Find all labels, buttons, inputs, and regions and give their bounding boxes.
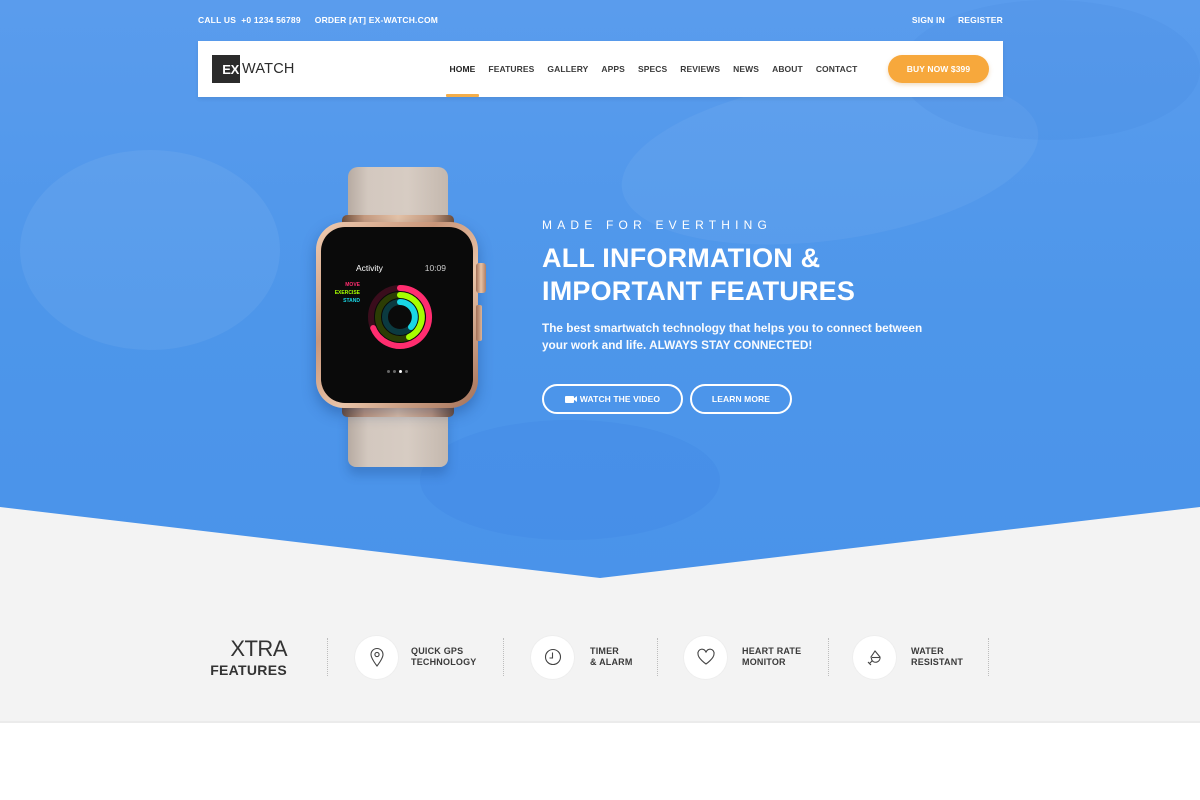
watch-product-image: Activity 10:09 MOVE EXERCISE STAND	[300, 165, 500, 475]
feature-divider	[327, 638, 328, 676]
ring-label-move: MOVE	[345, 282, 360, 288]
clock-icon	[544, 648, 561, 666]
phone-info[interactable]: CALL US +0 1234 56789	[198, 15, 301, 25]
stand-ring	[397, 299, 418, 330]
learn-more-button[interactable]: LEARN MORE	[690, 384, 792, 414]
feature-divider	[503, 638, 504, 676]
logo-text: WATCH	[242, 61, 295, 77]
order-email-link[interactable]: ORDER [AT] EX-WATCH.COM	[315, 15, 438, 25]
nav-item-about[interactable]: ABOUT	[772, 41, 803, 97]
feature-heart-rate[interactable]: HEART RATE MONITOR	[684, 635, 801, 679]
hero-bg-shape	[20, 150, 280, 350]
feature-timer[interactable]: TIMER & ALARM	[531, 635, 633, 679]
sign-in-link[interactable]: SIGN IN	[912, 15, 945, 25]
video-camera-icon	[564, 395, 577, 403]
feature-water-resistant[interactable]: WATER RESISTANT	[853, 635, 963, 679]
activity-rings	[368, 285, 433, 349]
feature-divider	[988, 638, 989, 676]
heart-icon	[696, 648, 715, 665]
page-dot	[387, 370, 390, 373]
feature-divider	[657, 638, 658, 676]
feature-label: WATER RESISTANT	[911, 646, 963, 669]
watch-screen: Activity 10:09 MOVE EXERCISE STAND	[334, 243, 460, 389]
nav-item-home[interactable]: HOME	[445, 41, 480, 97]
contact-info: CALL US +0 1234 56789 ORDER [AT] EX-WATC…	[198, 15, 438, 25]
hero-subtitle-line2: your work and life. ALWAYS STAY CONNECTE…	[542, 338, 813, 352]
feature-divider	[828, 638, 829, 676]
buy-now-button[interactable]: BUY NOW $399	[888, 55, 989, 83]
nav-item-reviews[interactable]: REVIEWS	[680, 41, 720, 97]
watch-video-label: WATCH THE VIDEO	[579, 394, 661, 404]
page-dot	[393, 370, 396, 373]
primary-nav: HOME FEATURES GALLERY APPS SPECS REVIEWS…	[443, 41, 864, 97]
watch-video-button[interactable]: WATCH THE VIDEO	[542, 384, 683, 414]
logo-mark: EX	[212, 55, 240, 83]
top-bar: CALL US +0 1234 56789 ORDER [AT] EX-WATC…	[198, 15, 1003, 27]
feature-label: TIMER & ALARM	[590, 646, 633, 669]
page-dot	[405, 370, 408, 373]
page: CALL US +0 1234 56789 ORDER [AT] EX-WATC…	[0, 0, 1200, 800]
hero-copy: MADE FOR EVERTHING ALL INFORMATION & IMP…	[542, 218, 962, 354]
nav-item-specs[interactable]: SPECS	[638, 41, 667, 97]
nav-item-news[interactable]: NEWS	[733, 41, 759, 97]
nav-item-gallery[interactable]: GALLERY	[547, 41, 588, 97]
water-drop-icon	[867, 650, 881, 666]
feature-label: QUICK GPS TECHNOLOGY	[411, 646, 477, 669]
features-heading-light: XTRA	[230, 636, 287, 661]
hero-subtitle-line1: The best smartwatch technology that help…	[542, 321, 923, 335]
watch-side-button	[476, 305, 482, 341]
page-dot-active	[399, 370, 402, 373]
feature-label-line2: TECHNOLOGY	[411, 657, 477, 667]
ring-label-stand: STAND	[343, 298, 360, 304]
account-links: SIGN IN REGISTER	[912, 15, 1003, 25]
watch-time: 10:09	[424, 263, 446, 273]
hero-headline-line2: IMPORTANT FEATURES	[542, 276, 856, 306]
nav-item-contact[interactable]: CONTACT	[816, 41, 858, 97]
feature-label-line1: QUICK GPS	[411, 645, 464, 656]
feature-icon-circle	[355, 635, 398, 679]
hero-eyebrow: MADE FOR EVERTHING	[542, 218, 773, 232]
nav-item-features[interactable]: FEATURES	[488, 41, 534, 97]
phone-label: CALL US	[198, 15, 237, 25]
feature-gps[interactable]: QUICK GPS TECHNOLOGY	[355, 635, 477, 679]
nav-item-apps[interactable]: APPS	[601, 41, 625, 97]
logo[interactable]: EX WATCH	[212, 55, 295, 83]
feature-label-line1: HEART RATE	[742, 645, 802, 656]
register-link[interactable]: REGISTER	[958, 15, 1003, 25]
watch-page-dots	[387, 370, 408, 373]
feature-label-line1: TIMER	[590, 645, 619, 656]
features-heading-bold: FEATURES	[210, 662, 287, 678]
ring-label-exercise: EXERCISE	[334, 290, 360, 296]
watch-crown	[476, 263, 486, 293]
feature-icon-circle	[684, 635, 727, 679]
feature-label-line2: RESISTANT	[911, 657, 964, 667]
watch-app-title: Activity	[356, 263, 383, 273]
hero-section: CALL US +0 1234 56789 ORDER [AT] EX-WATC…	[0, 0, 1200, 578]
main-navbar: EX WATCH HOME FEATURES GALLERY APPS SPEC…	[198, 41, 1003, 97]
feature-label: HEART RATE MONITOR	[742, 646, 801, 669]
feature-icon-circle	[531, 635, 574, 679]
watch-strap-bottom	[348, 410, 448, 467]
phone-number: +0 1234 56789	[241, 15, 301, 25]
feature-label-line2: MONITOR	[742, 657, 786, 667]
feature-label-line2: & ALARM	[590, 657, 633, 667]
hero-subtitle: The best smartwatch technology that help…	[542, 320, 962, 354]
feature-icon-circle	[853, 635, 896, 679]
map-pin-icon	[369, 647, 384, 667]
hero-headline: ALL INFORMATION & IMPORTANT FEATURES	[542, 242, 962, 308]
features-heading: XTRA FEATURES	[200, 636, 287, 679]
feature-label-line1: WATER	[911, 645, 944, 656]
hero-buttons: WATCH THE VIDEO LEARN MORE	[542, 384, 792, 414]
hero-headline-line1: ALL INFORMATION &	[542, 243, 821, 273]
